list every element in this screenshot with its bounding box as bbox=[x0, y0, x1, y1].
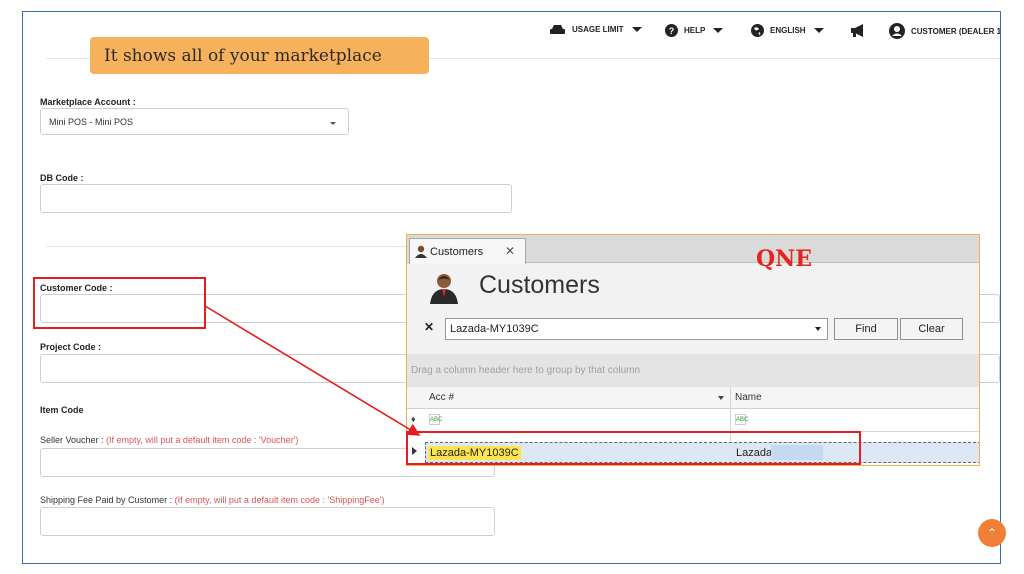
app-frame: USAGE LIMIT ? HELP ENGLISH CUSTOMER (DEA… bbox=[22, 11, 1001, 564]
scroll-top-button[interactable]: ⌃ bbox=[978, 519, 1006, 547]
annotation-arrow bbox=[204, 305, 421, 436]
chevron-up-icon: ⌃ bbox=[986, 526, 998, 540]
